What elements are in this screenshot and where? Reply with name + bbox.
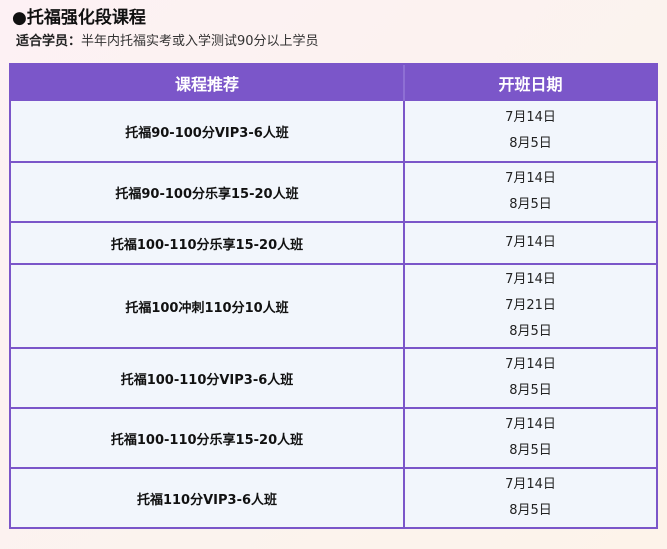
table-row: 托福90-100分乐享15-20人班 7月14日 8月5日 [11, 161, 656, 221]
course-name: 托福100冲刺110分10人班 [125, 300, 289, 316]
start-date: 7月14日 [505, 477, 556, 492]
start-date: 7月14日 [505, 357, 556, 372]
header-dates: 开班日期 [498, 75, 563, 94]
section-heading: ●托福强化段课程 [12, 8, 146, 28]
course-cell: 托福100-110分乐享15-20人班 [11, 223, 405, 263]
dates-cell: 7月14日 [405, 223, 656, 263]
course-name: 托福90-100分乐享15-20人班 [115, 186, 299, 202]
dates-cell: 7月14日 8月5日 [405, 469, 656, 527]
dates-cell: 7月14日 8月5日 [405, 409, 656, 467]
course-cell: 托福100冲刺110分10人班 [11, 265, 405, 347]
dates-cell: 7月14日 7月21日 8月5日 [405, 265, 656, 347]
course-cell: 托福100-110分VIP3-6人班 [11, 349, 405, 407]
table-row: 托福90-100分VIP3-6人班 7月14日 8月5日 [11, 101, 656, 161]
course-cell: 托福110分VIP3-6人班 [11, 469, 405, 527]
table-row: 托福100-110分VIP3-6人班 7月14日 8月5日 [11, 347, 656, 407]
dates-cell: 7月14日 8月5日 [405, 163, 656, 221]
course-name: 托福90-100分VIP3-6人班 [125, 125, 289, 141]
audience-label: 适合学员： [16, 34, 82, 49]
table-header-row: 课程推荐 开班日期 [11, 65, 656, 101]
course-cell: 托福90-100分乐享15-20人班 [11, 163, 405, 221]
table-row: 托福110分VIP3-6人班 7月14日 8月5日 [11, 467, 656, 527]
course-name: 托福110分VIP3-6人班 [136, 492, 278, 508]
dates-cell: 7月14日 8月5日 [405, 101, 656, 161]
start-date: 7月14日 [505, 110, 556, 125]
course-table: 课程推荐 开班日期 托福90-100分VIP3-6人班 7月14日 8月5日 托福90… [9, 63, 658, 529]
course-name: 托福100-110分乐享15-20人班 [110, 432, 304, 448]
start-date: 7月14日 [505, 417, 556, 432]
start-date: 7月14日 [505, 235, 556, 250]
start-date: 7月21日 [505, 298, 556, 313]
start-date: 8月5日 [509, 383, 552, 398]
start-date: 7月14日 [505, 171, 556, 186]
dates-cell: 7月14日 8月5日 [405, 349, 656, 407]
table-row: 托福100-110分乐享15-20人班 7月14日 [11, 221, 656, 263]
table-row: 托福100冲刺110分10人班 7月14日 7月21日 8月5日 [11, 263, 656, 347]
start-date: 8月5日 [509, 443, 552, 458]
audience-text: 半年内托福实考或入学测试90分以上学员 [81, 34, 319, 49]
course-name: 托福100-110分乐享15-20人班 [110, 237, 304, 253]
start-date: 8月5日 [509, 503, 552, 518]
start-date: 8月5日 [509, 324, 552, 339]
table-row: 托福100-110分乐享15-20人班 7月14日 8月5日 [11, 407, 656, 467]
start-date: 8月5日 [509, 197, 552, 212]
start-date: 7月14日 [505, 272, 556, 287]
header-course: 课程推荐 [11, 65, 405, 101]
course-cell: 托福90-100分VIP3-6人班 [11, 101, 405, 161]
course-name: 托福100-110分VIP3-6人班 [120, 372, 294, 388]
start-date: 8月5日 [509, 136, 552, 151]
audience-line: 适合学员：半年内托福实考或入学测试90分以上学员 [16, 32, 319, 52]
course-cell: 托福100-110分乐享15-20人班 [11, 409, 405, 467]
